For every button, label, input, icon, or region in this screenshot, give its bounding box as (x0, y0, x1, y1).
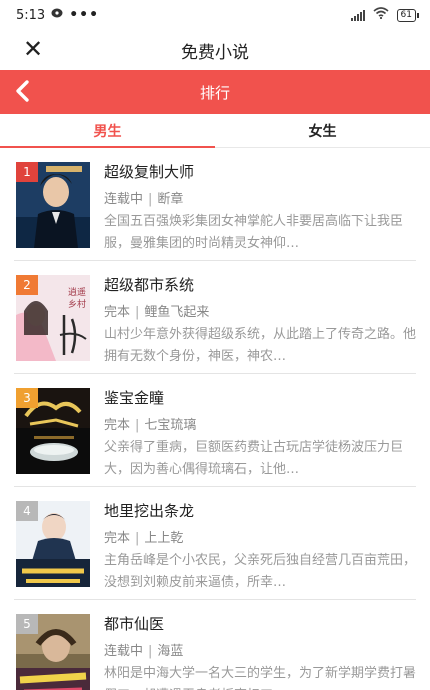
book-meta: 连载中 | 海蓝 (104, 640, 183, 659)
list-item[interactable]: 1 超级复制大师 连载中 | 断章 全国五百强焕彩集团女神掌舵人非要居高临下让我臣服… (14, 148, 416, 261)
status-bar: 5:13 ••• 61 (0, 0, 430, 30)
header-title: 排行 (199, 83, 230, 102)
rank-badge: 3 (16, 388, 38, 408)
divider: | (135, 531, 140, 546)
close-icon[interactable]: ✕ (20, 36, 46, 62)
chat-bubble-icon (51, 8, 63, 23)
rank-badge: 2 (16, 275, 38, 295)
more-dots-icon: ••• (69, 7, 100, 23)
ranking-header: 排行 (0, 70, 430, 114)
signal-icon (350, 9, 365, 21)
rank-badge: 1 (16, 162, 38, 182)
book-author: 断章 (157, 192, 184, 207)
book-list: 1 超级复制大师 连载中 | 断章 全国五百强焕彩集团女神掌舵人非要居高临下让我臣服… (0, 148, 430, 690)
book-cover: 逍遥 乡村 2 (16, 275, 90, 361)
svg-text:逍遥: 逍遥 (68, 286, 86, 298)
book-status: 完本 (104, 305, 131, 320)
rank-badge: 5 (16, 614, 38, 634)
book-title: 鉴宝金瞳 (104, 389, 165, 407)
book-title: 都市仙医 (104, 615, 165, 633)
list-item[interactable]: 4 地里挖出条龙 完本 | 上上乾 主角岳峰是个小农民，父亲死后独自经营几百亩荒田，… (14, 487, 416, 600)
clock: 5:13 (16, 7, 46, 23)
book-description: 父亲得了重病，巨额医药费让古玩店学徒杨波压力巨大，因为善心偶得琉璃石，让他… (104, 440, 404, 477)
book-title: 地里挖出条龙 (104, 502, 195, 520)
book-description: 林阳是中海大学一名大三的学生，为了新学期学费打暑假工，却遭遇无良老板克扣工… (104, 666, 417, 690)
page-title: 免费小说 (181, 42, 249, 63)
tab-male[interactable]: 男生 (0, 114, 215, 148)
book-title: 超级都市系统 (104, 276, 195, 294)
book-status: 连载中 (104, 192, 144, 207)
divider: | (148, 192, 153, 207)
tab-female[interactable]: 女生 (215, 114, 430, 147)
gender-tabs: 男生 女生 (0, 114, 430, 148)
svg-text:乡村: 乡村 (68, 298, 86, 310)
book-title: 超级复制大师 (104, 163, 195, 181)
title-bar: ✕ 免费小说 (0, 30, 430, 70)
divider: | (135, 418, 140, 433)
chevron-left-icon[interactable] (8, 78, 38, 106)
book-author: 鲤鱼飞起来 (144, 305, 210, 320)
battery-icon: 61 (396, 8, 420, 22)
rank-badge: 4 (16, 501, 38, 521)
book-author: 海蓝 (157, 644, 184, 659)
book-author: 七宝琉璃 (144, 418, 197, 433)
book-cover: 3 (16, 388, 90, 474)
list-item[interactable]: 逍遥 乡村 2 超级都市系统 完本 | 鲤鱼飞起来 山村少年意外获得超级系统，从此踏… (14, 261, 416, 374)
book-cover: 4 (16, 501, 90, 587)
book-status: 完本 (104, 418, 131, 433)
book-description: 全国五百强焕彩集团女神掌舵人非要居高临下让我臣服，曼雅集团的时尚精灵女神仰… (104, 214, 404, 251)
book-meta: 完本 | 鲤鱼飞起来 (104, 301, 209, 320)
book-meta: 完本 | 上上乾 (104, 527, 183, 546)
book-description: 主角岳峰是个小农民，父亲死后独自经营几百亩荒田，没想到刘赖皮前来逼债，所幸… (104, 553, 417, 590)
list-item[interactable]: 3 鉴宝金瞳 完本 | 七宝琉璃 父亲得了重病，巨额医药费让古玩店学徒杨波压力巨大，… (14, 374, 416, 487)
book-author: 上上乾 (144, 531, 184, 546)
divider: | (135, 305, 140, 320)
book-meta: 连载中 | 断章 (104, 188, 183, 207)
book-cover: 1 (16, 162, 90, 248)
divider: | (148, 644, 153, 659)
book-cover: 5 (16, 614, 90, 690)
book-status: 连载中 (104, 644, 144, 659)
book-meta: 完本 | 七宝琉璃 (104, 414, 196, 433)
book-description: 山村少年意外获得超级系统，从此踏上了传奇之路。他拥有无数个身份，神医，神农… (104, 327, 417, 364)
book-status: 完本 (104, 531, 131, 546)
wifi-icon (373, 7, 389, 23)
list-item[interactable]: 5 都市仙医 连载中 | 海蓝 林阳是中海大学一名大三的学生，为了新学期学费打暑假工… (14, 600, 416, 690)
